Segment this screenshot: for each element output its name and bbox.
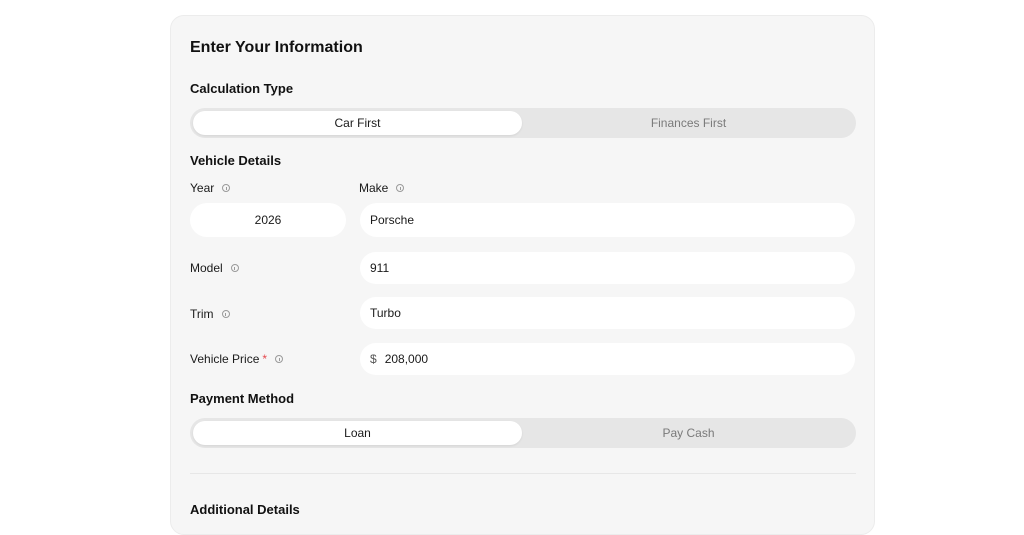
- currency-symbol: $: [370, 352, 377, 366]
- pay-cash-option[interactable]: Pay Cash: [524, 421, 853, 445]
- payment-method-title: Payment Method: [190, 391, 295, 406]
- model-label-text: Model: [190, 261, 223, 275]
- model-field[interactable]: 911: [360, 252, 855, 284]
- trim-label-text: Trim: [190, 307, 214, 321]
- loan-option[interactable]: Loan: [193, 421, 522, 445]
- vehicle-price-value[interactable]: 208,000: [385, 352, 428, 366]
- model-label: Model: [190, 261, 239, 275]
- required-asterisk: *: [262, 352, 268, 366]
- vehicle-price-field[interactable]: $ 208,000: [360, 343, 855, 375]
- finances-first-option[interactable]: Finances First: [524, 111, 853, 135]
- info-circle-icon[interactable]: [222, 184, 231, 192]
- car-first-option[interactable]: Car First: [193, 111, 522, 135]
- make-label: Make: [359, 181, 405, 195]
- vehicle-details-title: Vehicle Details: [190, 153, 282, 168]
- info-circle-icon[interactable]: [221, 310, 230, 318]
- calculation-type-toggle: Car First Finances First: [190, 108, 856, 138]
- calculation-type-title: Calculation Type: [190, 81, 294, 96]
- payment-method-toggle: Loan Pay Cash: [190, 418, 856, 448]
- year-label: Year: [190, 181, 231, 195]
- make-label-text: Make: [359, 181, 389, 195]
- section-divider: [190, 473, 856, 474]
- trim-label: Trim: [190, 307, 230, 321]
- info-circle-icon[interactable]: [230, 264, 239, 272]
- additional-details-title: Additional Details: [190, 502, 300, 517]
- card-title: Enter Your Information: [190, 39, 363, 56]
- year-field[interactable]: 2026: [190, 203, 346, 237]
- vehicle-price-label: Vehicle Price *: [190, 352, 284, 366]
- vehicle-price-label-text: Vehicle Price: [190, 352, 260, 366]
- info-circle-icon[interactable]: [396, 184, 405, 192]
- trim-field[interactable]: Turbo: [360, 297, 855, 329]
- year-label-text: Year: [190, 181, 215, 195]
- information-card: Enter Your Information Calculation Type …: [170, 15, 875, 535]
- make-field[interactable]: Porsche: [360, 203, 855, 237]
- info-circle-icon[interactable]: [275, 355, 284, 363]
